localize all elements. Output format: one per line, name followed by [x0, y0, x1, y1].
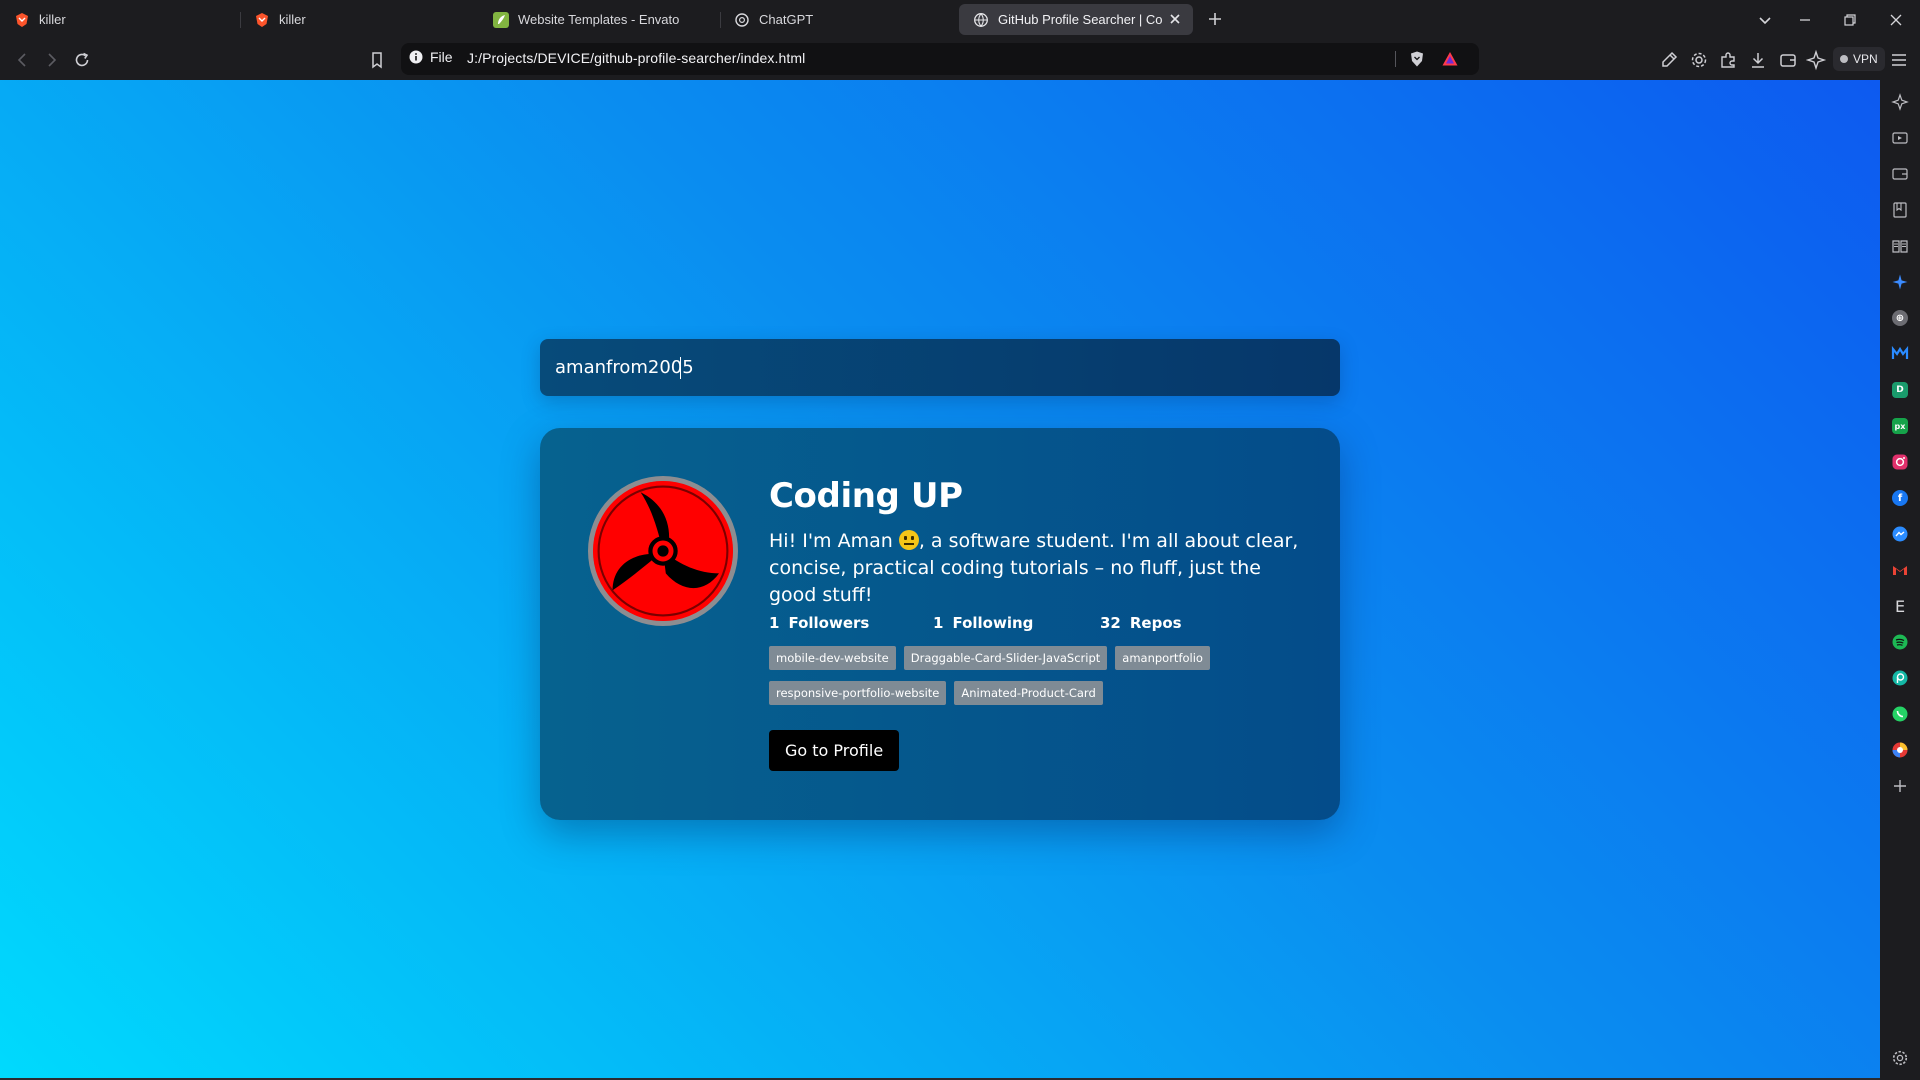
back-icon[interactable] [12, 49, 34, 71]
globe-icon [973, 12, 989, 28]
go-to-profile-button[interactable]: Go to Profile [769, 730, 900, 771]
repos-label: Repos [1129, 614, 1182, 632]
text-caret [680, 357, 681, 379]
profile-name: Coding UP [769, 476, 963, 516]
reading-list-icon[interactable] [1890, 236, 1910, 256]
url-text[interactable]: J:/Projects/DEVICE/github-profile-search… [467, 50, 805, 66]
minimize-icon[interactable] [1794, 9, 1816, 31]
reload-icon[interactable] [71, 49, 93, 71]
repos-count: 32 [1100, 614, 1121, 632]
profile-stats: 1 Followers 1 Following 32 Repos [769, 614, 1264, 632]
download-icon[interactable] [1747, 49, 1769, 71]
stat-following: 1 Following [933, 614, 1100, 632]
new-tab-icon[interactable] [1205, 9, 1225, 29]
settings-icon[interactable] [1890, 1048, 1910, 1068]
whatsapp-icon[interactable] [1890, 704, 1910, 724]
vpn-label: VPN [1853, 52, 1878, 66]
following-count: 1 [933, 614, 944, 632]
address-bar[interactable]: File J:/Projects/DEVICE/github-profile-s… [401, 43, 1479, 75]
instagram-icon[interactable] [1890, 452, 1910, 472]
tab-search-chevron-icon[interactable] [1754, 9, 1776, 31]
stat-followers: 1 Followers [769, 614, 933, 632]
neutral-face-emoji-icon [898, 530, 919, 550]
leo-ai-icon[interactable] [1805, 49, 1828, 71]
repo-chip[interactable]: responsive-portfolio-website [769, 681, 947, 705]
avatar [588, 476, 738, 626]
search-box[interactable] [540, 339, 1340, 396]
browser-sidebar: ⊕ D px f E [1880, 80, 1920, 1080]
repo-list: mobile-dev-website Draggable-Card-Slider… [769, 646, 1269, 705]
color-picker-icon[interactable] [1658, 49, 1680, 71]
playlist-icon[interactable] [1890, 128, 1910, 148]
wallet-icon[interactable] [1777, 49, 1799, 71]
tab-title: killer [279, 12, 306, 27]
following-label: Following [952, 614, 1034, 632]
repo-chip[interactable]: Draggable-Card-Slider-JavaScript [903, 646, 1108, 670]
navigation-toolbar: File J:/Projects/DEVICE/github-profile-s… [0, 39, 1920, 80]
stat-repos: 32 Repos [1100, 614, 1264, 632]
envato-icon [493, 11, 509, 28]
restore-icon[interactable] [1839, 9, 1861, 31]
add-icon[interactable] [1890, 776, 1910, 796]
tab-envato[interactable]: Website Templates - Envato [479, 4, 719, 35]
gmail-icon[interactable] [1890, 560, 1910, 580]
extension-gear-icon[interactable] [1688, 49, 1710, 71]
tab-github-profile-searcher[interactable]: GitHub Profile Searcher | Codin [959, 4, 1193, 35]
px-icon[interactable]: px [1890, 416, 1910, 436]
pixiv-icon[interactable] [1890, 668, 1910, 688]
bookmarks-icon[interactable] [1890, 200, 1910, 220]
bio-text-start: Hi! I'm Aman [769, 530, 899, 552]
url-divider [1395, 51, 1396, 67]
tab-chatgpt[interactable]: ChatGPT [720, 4, 960, 35]
tab-killer-2[interactable]: killer [240, 4, 480, 35]
tab-title: ChatGPT [759, 12, 814, 27]
tab-strip: killer killer Website Templates - Envato… [0, 0, 1920, 39]
tab-title: GitHub Profile Searcher | Codin [998, 12, 1163, 27]
globe-extension-icon[interactable]: ⊕ [1890, 308, 1910, 328]
close-window-icon[interactable] [1885, 9, 1907, 31]
brave-lion-icon [254, 12, 270, 28]
brave-rewards-icon[interactable] [1441, 50, 1459, 68]
menu-icon[interactable] [1888, 49, 1910, 71]
spotify-icon[interactable] [1890, 632, 1910, 652]
site-info-label: File [430, 49, 453, 65]
sharingan-icon [593, 481, 733, 621]
sparkle-icon[interactable] [1890, 272, 1910, 292]
brave-shields-icon[interactable] [1408, 50, 1426, 68]
page-viewport: Coding UP Hi! I'm Aman , a software stud… [0, 80, 1880, 1080]
followers-count: 1 [769, 614, 780, 632]
site-info-button[interactable]: File [409, 49, 453, 65]
followers-label: Followers [788, 614, 870, 632]
extensions-puzzle-icon[interactable] [1717, 49, 1739, 71]
messenger-icon[interactable] [1890, 524, 1910, 544]
repo-chip[interactable]: amanportfolio [1115, 646, 1210, 670]
brave-lion-icon [14, 12, 30, 28]
malwarebytes-icon[interactable] [1890, 344, 1910, 364]
facebook-icon[interactable]: f [1890, 488, 1910, 508]
tab-title: Website Templates - Envato [518, 12, 680, 27]
close-tab-icon[interactable] [1167, 11, 1183, 27]
profile-card: Coding UP Hi! I'm Aman , a software stud… [540, 428, 1340, 820]
repo-chip[interactable]: mobile-dev-website [769, 646, 896, 670]
vpn-status-icon [1840, 55, 1848, 63]
chrome-like-icon[interactable] [1890, 740, 1910, 760]
info-icon [409, 50, 423, 64]
username-search-input[interactable] [540, 339, 1340, 396]
profile-bio: Hi! I'm Aman , a software student. I'm a… [769, 528, 1309, 609]
bookmark-icon[interactable] [366, 49, 388, 71]
chatgpt-icon [734, 12, 750, 28]
tab-killer-1[interactable]: killer [0, 4, 240, 35]
forward-icon[interactable] [40, 49, 62, 71]
vpn-button[interactable]: VPN [1833, 47, 1885, 71]
deepl-icon[interactable]: D [1890, 380, 1910, 400]
repo-chip[interactable]: Animated-Product-Card [954, 681, 1103, 705]
tab-title: killer [39, 12, 66, 27]
wallet-icon[interactable] [1890, 164, 1910, 184]
envato-e-icon[interactable]: E [1890, 596, 1910, 616]
leo-ai-icon[interactable] [1890, 92, 1910, 112]
